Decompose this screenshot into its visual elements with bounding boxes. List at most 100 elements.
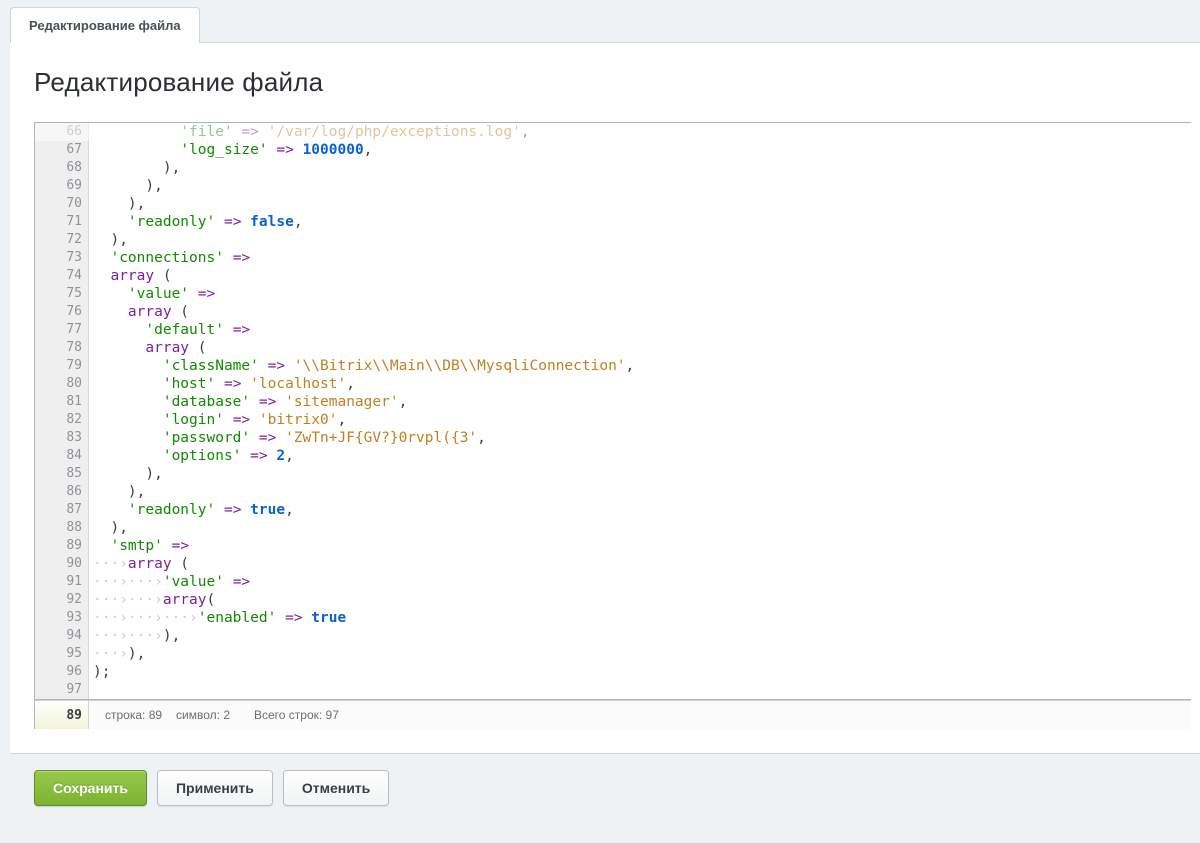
goto-line-input[interactable]: 89 [35, 701, 89, 729]
code-content[interactable]: 'file' => '/var/log/php/exceptions.log', [89, 123, 530, 141]
line-number: 96 [35, 663, 89, 681]
line-number: 84 [35, 447, 89, 465]
status-total: Всего строк: 97 [230, 708, 339, 722]
code-content[interactable]: ), [89, 177, 163, 195]
code-line[interactable]: 80 'host' => 'localhost', [35, 375, 1191, 393]
line-number: 79 [35, 357, 89, 375]
code-content[interactable]: 'className' => '\\Bitrix\\Main\\DB\\Mysq… [89, 357, 634, 375]
code-line[interactable]: 71 'readonly' => false, [35, 213, 1191, 231]
save-button[interactable]: Сохранить [34, 770, 147, 806]
line-number: 80 [35, 375, 89, 393]
code-line[interactable]: 86 ), [35, 483, 1191, 501]
code-content[interactable]: 'login' => 'bitrix0', [89, 411, 346, 429]
code-content[interactable]: ); [89, 663, 110, 681]
code-content[interactable]: 'password' => 'ZwTn+JF{GV?}0rvpl({3', [89, 429, 486, 447]
code-line[interactable]: 92···›···›array( [35, 591, 1191, 609]
line-number: 86 [35, 483, 89, 501]
code-content[interactable]: ), [89, 483, 145, 501]
line-number: 74 [35, 267, 89, 285]
line-number: 68 [35, 159, 89, 177]
line-number: 66 [35, 123, 89, 141]
code-line[interactable]: 74 array ( [35, 267, 1191, 285]
code-line[interactable]: 76 array ( [35, 303, 1191, 321]
line-number: 88 [35, 519, 89, 537]
code-content[interactable]: ···›), [89, 645, 145, 663]
code-line[interactable]: 75 'value' => [35, 285, 1191, 303]
code-line[interactable]: 77 'default' => [35, 321, 1191, 339]
code-line[interactable]: 88 ), [35, 519, 1191, 537]
code-line[interactable]: 95···›), [35, 645, 1191, 663]
code-line[interactable]: 82 'login' => 'bitrix0', [35, 411, 1191, 429]
line-number: 71 [35, 213, 89, 231]
status-row: строка: 89 [89, 708, 162, 722]
code-editor-body[interactable]: 66 'file' => '/var/log/php/exceptions.lo… [35, 123, 1191, 699]
code-content[interactable]: array ( [89, 303, 189, 321]
code-line[interactable]: 97 [35, 681, 1191, 699]
code-line[interactable]: 81 'database' => 'sitemanager', [35, 393, 1191, 411]
line-number: 70 [35, 195, 89, 213]
code-line[interactable]: 67 'log_size' => 1000000, [35, 141, 1191, 159]
cancel-button-label: Отменить [302, 780, 370, 796]
code-content[interactable]: ), [89, 231, 128, 249]
code-content[interactable]: 'database' => 'sitemanager', [89, 393, 407, 411]
cancel-button[interactable]: Отменить [283, 770, 389, 806]
code-line[interactable]: 84 'options' => 2, [35, 447, 1191, 465]
code-content[interactable]: array ( [89, 339, 207, 357]
save-button-label: Сохранить [53, 780, 128, 796]
code-line[interactable]: 91···›···›'value' => [35, 573, 1191, 591]
code-content[interactable]: ), [89, 519, 128, 537]
code-editor[interactable]: 66 'file' => '/var/log/php/exceptions.lo… [34, 122, 1191, 700]
code-content[interactable]: 'connections' => [89, 249, 250, 267]
code-line[interactable]: 96); [35, 663, 1191, 681]
code-line[interactable]: 73 'connections' => [35, 249, 1191, 267]
code-content[interactable]: array ( [89, 267, 172, 285]
code-line[interactable]: 89 'smtp' => [35, 537, 1191, 555]
line-number: 85 [35, 465, 89, 483]
line-number: 87 [35, 501, 89, 519]
code-content[interactable]: 'default' => [89, 321, 250, 339]
code-content[interactable]: 'log_size' => 1000000, [89, 141, 372, 159]
code-content[interactable]: ), [89, 159, 180, 177]
code-line[interactable]: 83 'password' => 'ZwTn+JF{GV?}0rvpl({3', [35, 429, 1191, 447]
tab-edit-file[interactable]: Редактирование файла [10, 7, 200, 43]
code-content[interactable]: ), [89, 465, 163, 483]
code-line[interactable]: 72 ), [35, 231, 1191, 249]
code-content[interactable]: ···›array ( [89, 555, 189, 573]
code-line[interactable]: 94···›···›), [35, 627, 1191, 645]
code-content[interactable]: 'options' => 2, [89, 447, 294, 465]
line-number: 75 [35, 285, 89, 303]
page: Редактирование файла Редактирование файл… [0, 0, 1200, 843]
line-number: 83 [35, 429, 89, 447]
code-content[interactable]: 'value' => [89, 285, 215, 303]
code-line[interactable]: 85 ), [35, 465, 1191, 483]
code-line[interactable]: 68 ), [35, 159, 1191, 177]
apply-button[interactable]: Применить [157, 770, 273, 806]
code-line[interactable]: 79 'className' => '\\Bitrix\\Main\\DB\\M… [35, 357, 1191, 375]
code-content[interactable]: ···›···›'value' => [89, 573, 250, 591]
line-number: 76 [35, 303, 89, 321]
line-number: 97 [35, 681, 89, 699]
code-line[interactable]: 78 array ( [35, 339, 1191, 357]
line-number: 92 [35, 591, 89, 609]
line-number: 72 [35, 231, 89, 249]
code-content[interactable]: ···›···›), [89, 627, 180, 645]
status-col: символ: 2 [162, 708, 230, 722]
code-content[interactable]: 'readonly' => false, [89, 213, 303, 231]
code-content[interactable]: 'host' => 'localhost', [89, 375, 355, 393]
line-number: 94 [35, 627, 89, 645]
code-content[interactable]: 'smtp' => [89, 537, 189, 555]
page-title: Редактирование файла [34, 67, 1200, 98]
code-content[interactable]: ···›···›array( [89, 591, 215, 609]
code-content[interactable]: ···›···›···›'enabled' => true [89, 609, 346, 627]
code-line[interactable]: 66 'file' => '/var/log/php/exceptions.lo… [35, 123, 1191, 141]
code-content[interactable] [89, 681, 93, 699]
tab-row: Редактирование файла [10, 0, 1200, 42]
code-content[interactable]: 'readonly' => true, [89, 501, 294, 519]
code-line[interactable]: 87 'readonly' => true, [35, 501, 1191, 519]
editor-status-bar: 89 строка: 89 символ: 2 Всего строк: 97 [34, 700, 1191, 729]
code-line[interactable]: 70 ), [35, 195, 1191, 213]
code-line[interactable]: 93···›···›···›'enabled' => true [35, 609, 1191, 627]
code-line[interactable]: 69 ), [35, 177, 1191, 195]
code-line[interactable]: 90···›array ( [35, 555, 1191, 573]
code-content[interactable]: ), [89, 195, 145, 213]
